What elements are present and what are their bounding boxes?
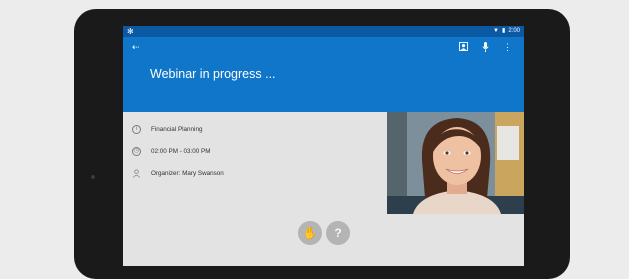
help-icon[interactable]: ? bbox=[326, 221, 350, 245]
tablet-screen: ✻ ▼ ▮ 2:00 ⇠ ⋮ Webinar in progress ... i… bbox=[123, 26, 524, 266]
battery-icon: ▮ bbox=[502, 28, 506, 34]
microphone-icon[interactable] bbox=[482, 42, 489, 54]
clock-icon: ◷ bbox=[132, 147, 141, 156]
presenter-video[interactable] bbox=[387, 112, 524, 214]
exit-icon[interactable]: ⇠ bbox=[132, 42, 140, 53]
status-bar: ✻ ▼ ▮ 2:00 bbox=[123, 26, 524, 37]
app-bar-actions: ⋮ bbox=[459, 42, 512, 54]
meeting-organizer: Organizer: Mary Swanson bbox=[151, 170, 224, 177]
person-icon bbox=[132, 169, 141, 178]
raise-hand-icon[interactable]: ✋ bbox=[298, 221, 322, 245]
tablet-camera bbox=[91, 175, 95, 179]
info-icon: i bbox=[132, 125, 141, 134]
page-title: Webinar in progress ... bbox=[150, 67, 276, 81]
meeting-subject: Financial Planning bbox=[151, 126, 203, 133]
more-vert-icon[interactable]: ⋮ bbox=[503, 42, 512, 54]
wifi-icon: ▼ bbox=[493, 28, 499, 34]
participants-icon[interactable] bbox=[459, 42, 468, 54]
organizer-row: Organizer: Mary Swanson bbox=[132, 169, 224, 178]
snowflake-icon: ✻ bbox=[127, 27, 134, 36]
status-icons: ▼ ▮ 2:00 bbox=[493, 27, 520, 36]
app-bar: ⇠ ⋮ Webinar in progress ... bbox=[123, 37, 524, 112]
subject-row: i Financial Planning bbox=[132, 125, 202, 134]
time-row: ◷ 02:00 PM - 03:00 PM bbox=[132, 147, 211, 156]
status-time: 2:00 bbox=[508, 28, 520, 34]
meeting-time: 02:00 PM - 03:00 PM bbox=[151, 148, 211, 155]
